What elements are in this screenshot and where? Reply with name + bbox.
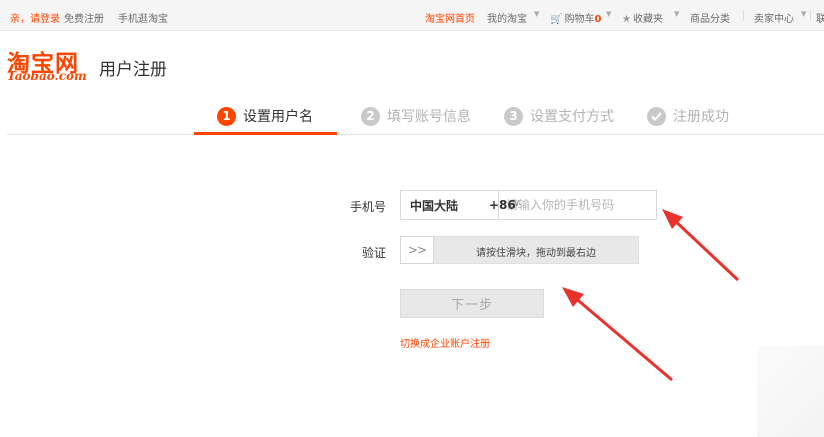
chevron-down-icon: ▼ bbox=[534, 10, 540, 18]
slider-hint: 请按住滑块，拖动到最右边 bbox=[476, 248, 596, 259]
my-taobao-link[interactable]: 我的淘宝 bbox=[487, 10, 527, 25]
page-title: 用户注册 bbox=[99, 60, 167, 80]
contact-link[interactable]: 联 bbox=[816, 10, 824, 25]
step-3: 3 设置支付方式 bbox=[504, 105, 614, 127]
country-code: +86 bbox=[489, 198, 516, 212]
phone-field-group: 中国大陆 +86 ∨ bbox=[400, 190, 657, 220]
favorites-label: 收藏夹 bbox=[632, 14, 663, 25]
verify-label: 验证 bbox=[362, 246, 387, 260]
login-link[interactable]: 亲，请登录 bbox=[10, 10, 60, 25]
cart-count: 0 bbox=[594, 14, 602, 25]
seller-center-link[interactable]: 卖家中心 bbox=[754, 10, 794, 25]
annotation-arrow bbox=[562, 287, 673, 382]
country-name: 中国大陆 bbox=[410, 198, 459, 213]
top-nav-bar: 亲，请登录 免费注册 手机逛淘宝 淘宝网首页 我的淘宝 ▼ 🛒 购物车0 ▼ ★ 收… bbox=[0, 0, 824, 31]
cart-label: 购物车 bbox=[564, 14, 595, 25]
chevron-down-icon: ∨ bbox=[513, 198, 521, 209]
chevron-down-icon: ▼ bbox=[801, 10, 807, 18]
slider-handle[interactable]: >> bbox=[400, 236, 434, 264]
taobao-logo-en: Taobao.com bbox=[7, 69, 87, 83]
step-label: 设置用户名 bbox=[243, 109, 313, 125]
register-link[interactable]: 免费注册 bbox=[64, 10, 104, 25]
step-number: 3 bbox=[504, 106, 523, 126]
corner-overlay bbox=[757, 346, 824, 437]
step-number: 1 bbox=[217, 106, 236, 126]
active-step-indicator bbox=[194, 132, 337, 135]
registration-page: 亲，请登录 免费注册 手机逛淘宝 淘宝网首页 我的淘宝 ▼ 🛒 购物车0 ▼ ★ 收… bbox=[0, 0, 824, 437]
step-1: 1 设置用户名 bbox=[217, 105, 313, 127]
check-icon bbox=[647, 106, 666, 126]
phone-input[interactable] bbox=[499, 191, 656, 219]
divider bbox=[743, 10, 744, 21]
cart-link[interactable]: 🛒 购物车0 bbox=[550, 10, 601, 25]
steps-divider bbox=[7, 134, 824, 135]
phone-label: 手机号 bbox=[350, 200, 387, 214]
step-2: 2 填写账号信息 bbox=[361, 105, 471, 127]
star-icon: ★ bbox=[622, 14, 631, 25]
step-4: 注册成功 bbox=[647, 105, 729, 127]
categories-link[interactable]: 商品分类 bbox=[690, 10, 730, 25]
mobile-link[interactable]: 手机逛淘宝 bbox=[118, 10, 168, 25]
slider-captcha: >> 请按住滑块，拖动到最右边 bbox=[400, 236, 639, 264]
next-step-button[interactable]: 下一步 bbox=[400, 289, 544, 318]
favorites-link[interactable]: ★ 收藏夹 bbox=[622, 10, 663, 25]
divider bbox=[810, 10, 811, 21]
chevron-down-icon: ▼ bbox=[674, 10, 680, 18]
switch-enterprise-link[interactable]: 切换成企业账户注册 bbox=[400, 335, 490, 350]
annotation-arrow bbox=[662, 209, 740, 282]
chevron-down-icon: ▼ bbox=[606, 10, 612, 18]
step-label: 设置支付方式 bbox=[530, 109, 614, 125]
cart-icon: 🛒 bbox=[550, 14, 563, 25]
step-label: 注册成功 bbox=[673, 109, 729, 125]
home-link[interactable]: 淘宝网首页 bbox=[425, 10, 475, 25]
step-label: 填写账号信息 bbox=[387, 109, 471, 125]
step-number: 2 bbox=[361, 106, 380, 126]
country-select[interactable]: 中国大陆 +86 ∨ bbox=[401, 191, 520, 219]
